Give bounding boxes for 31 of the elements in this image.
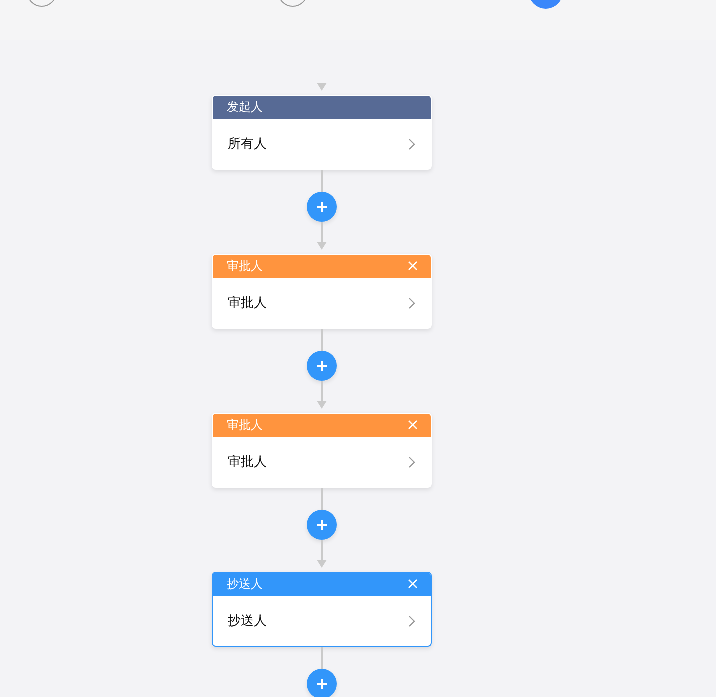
node-content: 抄送人 [228,613,267,630]
add-button[interactable] [307,510,337,540]
close-icon [408,579,418,589]
close-icon [408,261,418,271]
node-content: 所有人 [228,136,267,153]
plus-icon [317,679,327,689]
node-title: 抄送人 [227,576,263,592]
plus-icon [317,202,327,212]
add-button[interactable] [307,192,337,222]
node-content: 审批人 [228,295,267,312]
node-title: 审批人 [227,258,263,274]
close-button[interactable] [408,579,418,589]
node-card[interactable]: 抄送人 抄送人 [212,572,432,647]
close-button[interactable] [408,420,418,430]
close-icon [408,420,418,430]
close-button[interactable] [408,261,418,271]
plus-icon [317,361,327,371]
node-card[interactable]: 审批人 审批人 [212,413,432,488]
chevron-right-icon [409,616,415,626]
node-card[interactable]: 发起人 所有人 [212,95,432,170]
plus-icon [317,520,327,530]
chevron-right-icon [409,298,415,308]
chevron-right-icon [409,138,415,150]
chevron-right-icon [409,456,415,468]
add-button[interactable] [307,669,337,697]
arrow-icon [317,83,327,91]
node-title: 审批人 [227,416,263,434]
node-title: 发起人 [227,98,263,116]
node-content: 审批人 [228,454,267,471]
node-card[interactable]: 审批人 审批人 [212,254,432,329]
add-button[interactable] [307,351,337,381]
